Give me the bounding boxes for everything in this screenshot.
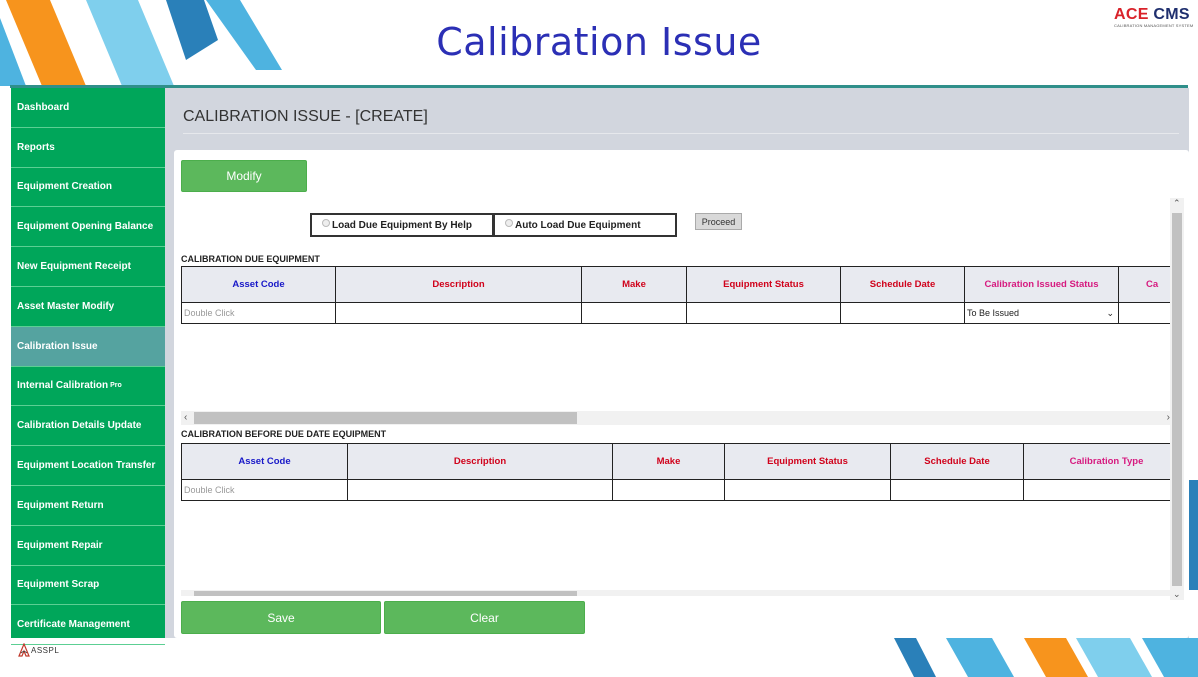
table-row: Double Click [181,479,1173,501]
scrollbar-thumb[interactable] [194,412,577,424]
table-header-row: Asset Code Description Make Equipment St… [181,266,1173,303]
radio-load-by-help[interactable]: Load Due Equipment By Help [310,213,494,237]
sidebar-item-equipment-return[interactable]: Equipment Return [11,486,165,526]
col-equipment-status[interactable]: Equipment Status [724,443,891,480]
scrollbar-thumb[interactable] [194,591,577,596]
sidebar-item-calibration-issue[interactable]: Calibration Issue [11,326,165,367]
equipment-status-cell[interactable] [724,479,891,501]
sidebar-item-equipment-creation[interactable]: Equipment Creation [11,168,165,208]
sidebar: Dashboard Reports Equipment Creation Equ… [11,88,165,646]
sidebar-item-reports[interactable]: Reports [11,128,165,168]
due-equipment-table: Asset Code Description Make Equipment St… [181,266,1173,326]
panel-vertical-scrollbar[interactable]: ⌃ ⌄ [1170,198,1184,600]
col-calibration-issued-status[interactable]: Calibration Issued Status [964,266,1119,303]
sidebar-item-calibration-details-update[interactable]: Calibration Details Update [11,406,165,447]
asset-code-cell[interactable]: Double Click [181,479,348,501]
col-asset-code[interactable]: Asset Code [181,443,348,480]
description-cell[interactable] [335,302,582,324]
col-description[interactable]: Description [347,443,613,480]
before-due-table-horizontal-scrollbar[interactable] [181,590,1173,596]
page-title: CALIBRATION ISSUE - [CREATE] [183,108,428,125]
proceed-button[interactable]: Proceed [695,213,742,230]
sidebar-item-internal-calibration[interactable]: Internal Calibration Pro [11,367,165,407]
scroll-down-icon[interactable]: ⌄ [1173,589,1181,600]
radio-button[interactable] [322,219,330,227]
main-content: CALIBRATION ISSUE - [CREATE] Modify Load… [165,88,1189,638]
asspl-logo: ASSPL [18,643,59,657]
asspl-icon [18,643,30,657]
due-table-horizontal-scrollbar[interactable]: ‹ › [181,411,1173,425]
col-description[interactable]: Description [335,266,582,303]
col-make[interactable]: Make [581,266,687,303]
col-calibration-truncated[interactable]: Ca [1118,266,1173,303]
radio-button[interactable] [505,219,513,227]
issued-status-select[interactable]: To Be Issued ⌄ [964,302,1119,324]
sidebar-item-certificate-management[interactable]: Certificate Management [11,605,165,646]
sidebar-item-equipment-repair[interactable]: Equipment Repair [11,526,165,566]
description-cell[interactable] [347,479,613,501]
table-row: Double Click To Be Issued ⌄ [181,302,1173,324]
col-schedule-date[interactable]: Schedule Date [840,266,965,303]
equipment-status-cell[interactable] [686,302,841,324]
ace-cms-logo: ACE CMS CALIBRATION MANAGEMENT SYSTEM [1114,6,1194,28]
col-asset-code[interactable]: Asset Code [181,266,336,303]
sidebar-item-new-equipment-receipt[interactable]: New Equipment Receipt [11,247,165,287]
save-button[interactable]: Save [181,601,381,634]
scrollbar-thumb[interactable] [1172,213,1182,586]
calibration-cell[interactable] [1118,302,1173,324]
col-equipment-status[interactable]: Equipment Status [686,266,841,303]
sidebar-item-dashboard[interactable]: Dashboard [11,88,165,128]
radio-auto-load[interactable]: Auto Load Due Equipment [493,213,677,237]
form-panel: Modify Load Due Equipment By Help Auto L… [174,150,1189,638]
scroll-up-icon[interactable]: ⌃ [1173,198,1181,209]
clear-button[interactable]: Clear [384,601,585,634]
sidebar-item-equipment-scrap[interactable]: Equipment Scrap [11,566,165,606]
col-calibration-type[interactable]: Calibration Type [1023,443,1173,480]
schedule-date-cell[interactable] [890,479,1024,501]
col-make[interactable]: Make [612,443,725,480]
schedule-date-cell[interactable] [840,302,965,324]
calibration-type-cell[interactable] [1023,479,1173,501]
due-section-title: CALIBRATION DUE EQUIPMENT [181,254,320,264]
col-schedule-date[interactable]: Schedule Date [890,443,1024,480]
asset-code-cell[interactable]: Double Click [181,302,336,324]
chevron-down-icon: ⌄ [1106,307,1114,318]
make-cell[interactable] [581,302,687,324]
page-title-divider [183,133,1179,134]
pro-badge: Pro [110,382,122,390]
modify-button[interactable]: Modify [181,160,307,192]
sidebar-item-equipment-location-transfer[interactable]: Equipment Location Transfer [11,446,165,486]
before-due-equipment-table: Asset Code Description Make Equipment St… [181,443,1173,503]
banner-title: Calibration Issue [436,20,762,64]
table-header-row: Asset Code Description Make Equipment St… [181,443,1173,480]
sidebar-item-asset-master-modify[interactable]: Asset Master Modify [11,287,165,327]
scroll-left-icon[interactable]: ‹ [184,411,187,425]
make-cell[interactable] [612,479,725,501]
before-due-section-title: CALIBRATION BEFORE DUE DATE EQUIPMENT [181,429,387,439]
sidebar-item-equipment-opening-balance[interactable]: Equipment Opening Balance [11,207,165,248]
